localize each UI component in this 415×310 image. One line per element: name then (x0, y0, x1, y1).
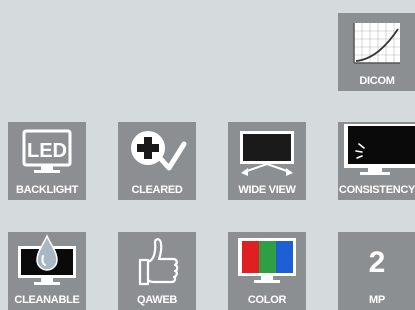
feature-tile-cleared: CLEARED (118, 122, 196, 200)
feature-tile-qaweb: QAWEB (118, 232, 196, 310)
mp-label: MP (369, 294, 385, 306)
dicom-curve-icon (338, 13, 415, 71)
thumbs-up-icon (118, 232, 196, 290)
cleared-label: CLEARED (131, 184, 183, 196)
wideview-label: WIDE VIEW (238, 184, 296, 196)
color-label: COLOR (247, 294, 287, 306)
feature-tile-dicom: DICOM (338, 13, 415, 91)
led-monitor-icon: LED (8, 122, 86, 180)
feature-tile-cleanable: CLEANABLE (8, 232, 86, 310)
qaweb-label: QAWEB (136, 294, 178, 306)
medical-cross-check-icon (118, 122, 196, 180)
monitor-sensor-icon (338, 122, 415, 180)
svg-text:LED: LED (27, 140, 67, 162)
feature-tile-consistency: CONSISTENCY (338, 122, 415, 200)
dicom-label: DICOM (359, 75, 395, 87)
feature-tile-backlight: LED BACKLIGHT (8, 122, 86, 200)
water-drop-monitor-icon (8, 232, 86, 290)
color-monitor-icon (228, 232, 306, 290)
cleanable-label: CLEANABLE (14, 294, 80, 306)
feature-tile-color: COLOR (228, 232, 306, 310)
megapixel-value: 2 (368, 246, 386, 279)
feature-tile-mp: 2 MP (338, 232, 415, 310)
consistency-label: CONSISTENCY (338, 184, 415, 196)
feature-tile-wideview: WIDE VIEW (228, 122, 306, 200)
wide-view-monitor-icon (228, 122, 306, 180)
backlight-label: BACKLIGHT (15, 184, 79, 196)
